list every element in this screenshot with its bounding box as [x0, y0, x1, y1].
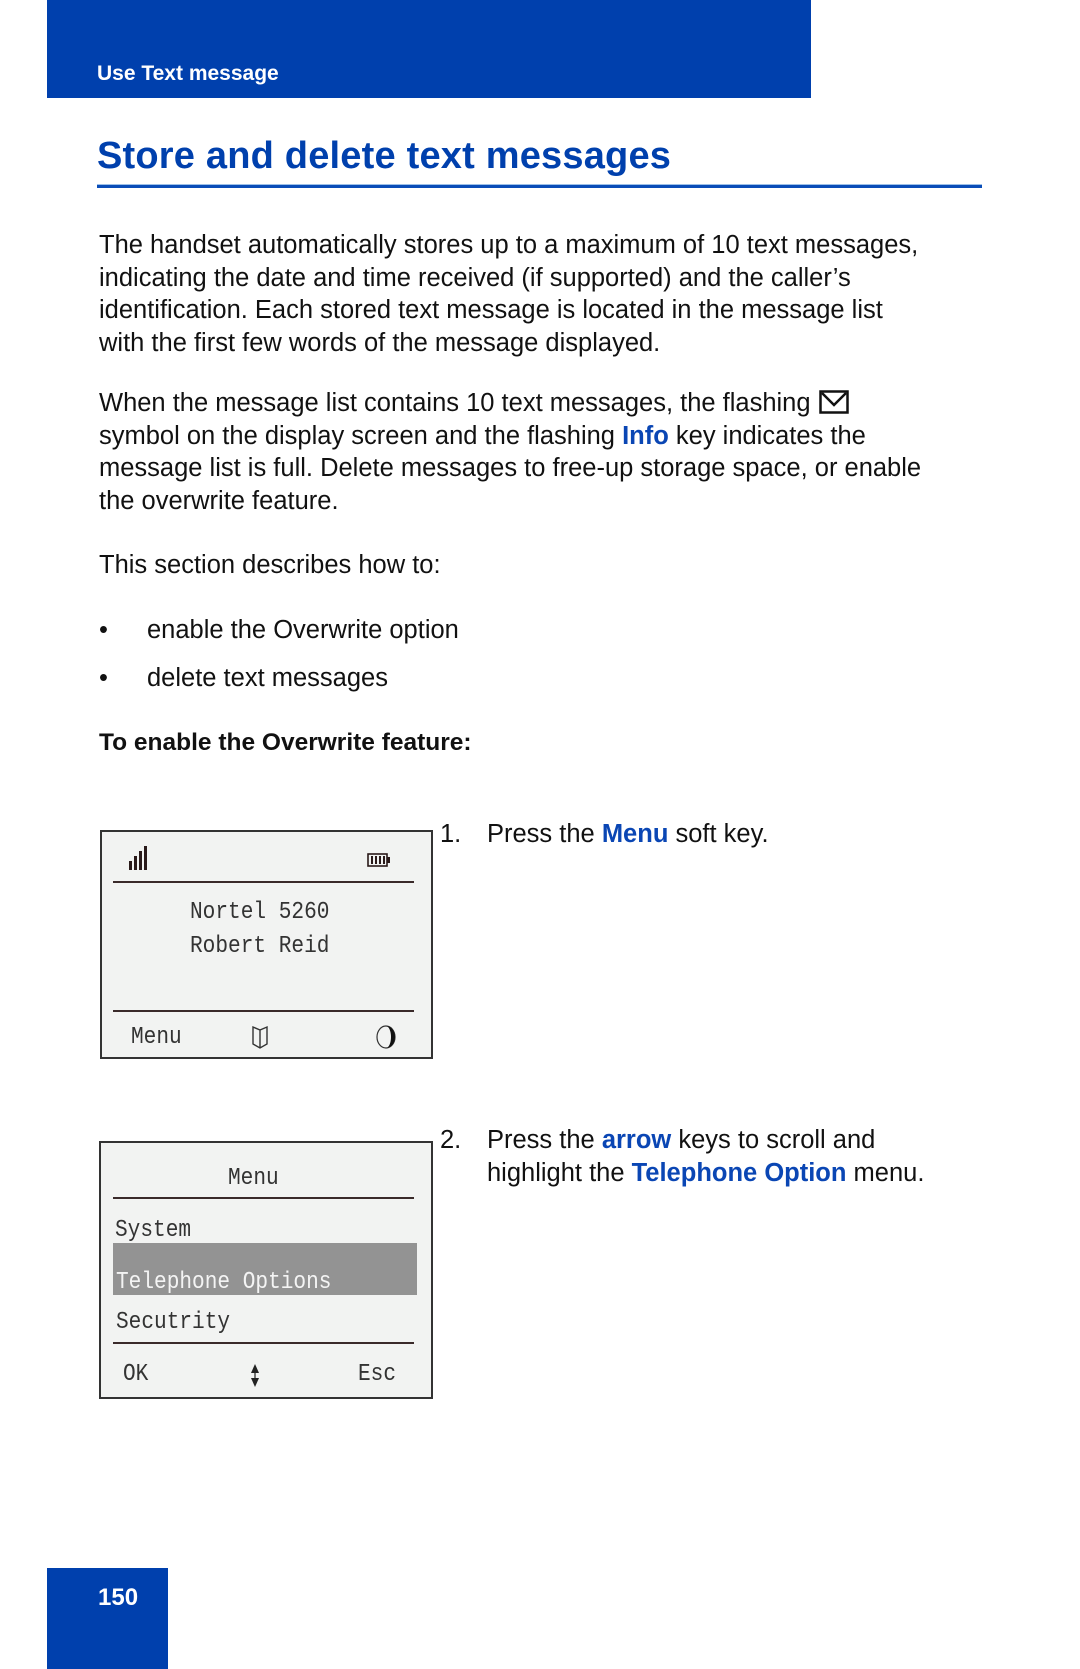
menu-key-label: Menu: [601, 820, 669, 848]
telephone-option-label: Telephone Option: [631, 1158, 847, 1187]
step-text: soft key.: [668, 820, 769, 848]
handset-display-menu: Menu System Telephone Options Secutrity …: [99, 1141, 433, 1399]
battery-icon: [367, 853, 391, 872]
signal-strength-icon: [128, 845, 150, 876]
page-number: 150: [98, 1584, 139, 1611]
step-text: keys to scroll and: [671, 1126, 876, 1154]
chapter-label: Use Text message: [97, 62, 279, 85]
paragraph-text: symbol on the display screen and the fla…: [99, 421, 623, 450]
menu-item-telephone-options[interactable]: Telephone Options: [116, 1269, 331, 1297]
full-list-paragraph: When the message list contains 10 text m…: [99, 387, 999, 517]
step-number: 1.: [440, 820, 462, 848]
bullet-marker: •: [99, 664, 108, 692]
display-line-user: Robert Reid: [190, 933, 330, 960]
step-instruction: Press the arrow keys to scroll and highl…: [487, 1124, 924, 1189]
menu-item-security[interactable]: Secutrity: [116, 1309, 230, 1337]
step-line: Press the arrow keys to scroll and: [487, 1124, 924, 1157]
display-divider: [113, 1010, 414, 1012]
step-number: 2.: [440, 1126, 462, 1154]
step-instruction: Press the Menu soft key.: [487, 818, 769, 851]
half-moon-icon[interactable]: [375, 1024, 397, 1055]
softkey-esc[interactable]: Esc: [358, 1361, 396, 1389]
up-down-arrow-icon[interactable]: [250, 1363, 260, 1394]
display-line-model: Nortel 5260: [190, 899, 330, 926]
step-text: menu.: [846, 1158, 925, 1187]
bullet-item: enable the Overwrite option: [147, 616, 459, 644]
intro-paragraph: The handset automatically stores up to a…: [99, 229, 999, 359]
paragraph-line: indicating the date and time received (i…: [99, 263, 851, 292]
paragraph-line: the overwrite feature.: [99, 486, 339, 515]
softkey-menu[interactable]: Menu: [131, 1024, 182, 1052]
paragraph-line: with the first few words of the message …: [99, 328, 661, 357]
section-intro: This section describes how to:: [99, 551, 441, 579]
display-divider: [113, 1197, 414, 1199]
step-text: Press the: [487, 820, 602, 848]
arrow-key-label: arrow: [601, 1126, 672, 1154]
step-text: highlight the: [487, 1158, 632, 1187]
handset-display-idle: Nortel 5260 Robert Reid Menu: [100, 830, 433, 1059]
paragraph-line: symbol on the display screen and the fla…: [99, 420, 999, 453]
bullet-marker: •: [99, 616, 108, 644]
paragraph-line: When the message list contains 10 text m…: [99, 387, 999, 420]
paragraph-text: key indicates the: [668, 421, 866, 450]
display-divider: [113, 881, 414, 883]
title-underline: [97, 185, 982, 188]
directory-book-icon[interactable]: [251, 1024, 269, 1055]
envelope-icon: [818, 390, 849, 414]
paragraph-line: message list is full. Delete messages to…: [99, 454, 922, 482]
bullet-item: delete text messages: [147, 664, 388, 692]
procedure-heading: To enable the Overwrite feature:: [99, 729, 472, 756]
paragraph-line: The handset automatically stores up to a…: [99, 231, 919, 259]
page-title: Store and delete text messages: [97, 135, 672, 177]
info-key-label: Info: [622, 421, 669, 450]
paragraph-text: When the message list contains 10 text m…: [99, 389, 811, 417]
display-menu-title: Menu: [228, 1165, 279, 1192]
display-divider: [113, 1342, 414, 1344]
step-line: highlight the Telephone Option menu.: [487, 1157, 924, 1190]
menu-item-system[interactable]: System: [115, 1217, 191, 1245]
step-text: Press the: [487, 1126, 602, 1154]
paragraph-line: identification. Each stored text message…: [99, 296, 883, 324]
softkey-ok[interactable]: OK: [123, 1361, 148, 1389]
